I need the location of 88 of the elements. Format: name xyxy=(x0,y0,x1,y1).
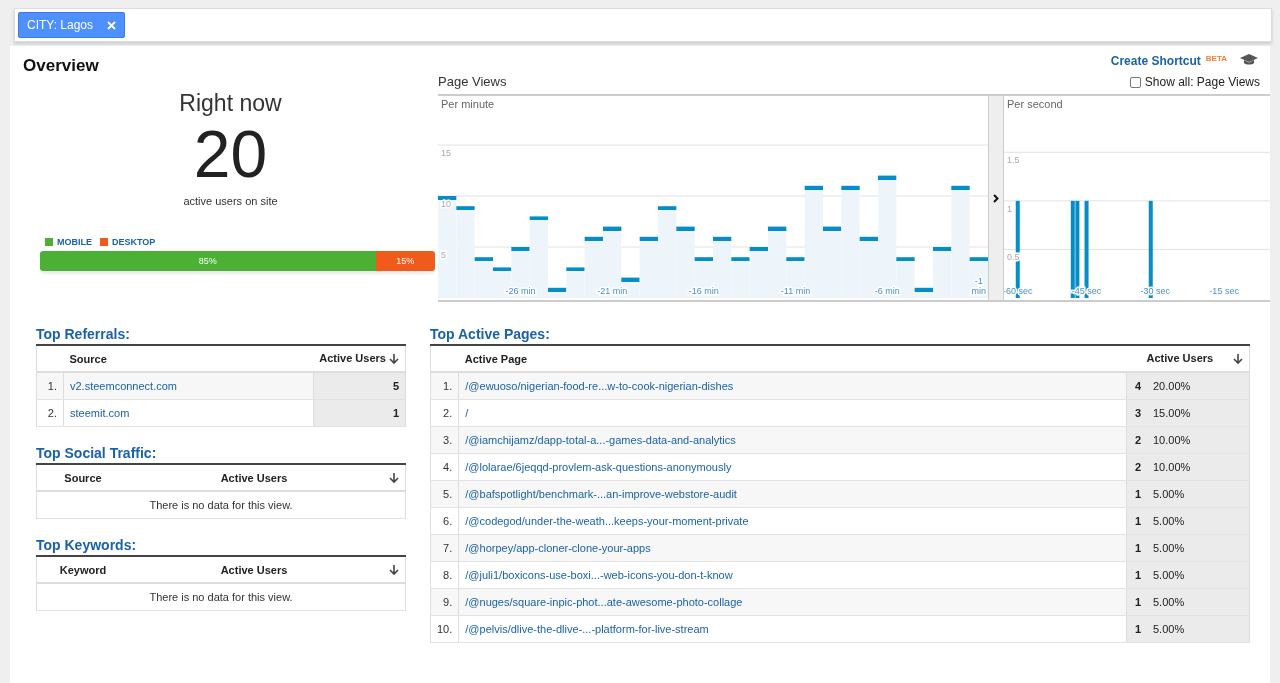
table-cell: 1 xyxy=(1126,588,1147,616)
table-cell: 5.00% xyxy=(1147,507,1250,535)
row-number: 8. xyxy=(430,561,459,589)
chart-subtitle: Per minute xyxy=(441,98,495,110)
row-number: 10. xyxy=(430,615,459,643)
table-cell: 1 xyxy=(1126,507,1147,535)
table-cell: 10.00% xyxy=(1147,426,1250,454)
row-number: 2. xyxy=(430,399,459,427)
right-now-heading: Right now xyxy=(179,90,282,117)
table-cell: 1 xyxy=(1126,534,1147,562)
count-caption: active users on site xyxy=(183,195,278,207)
row-number: 1. xyxy=(36,372,64,400)
legend-label: MOBILE xyxy=(57,237,92,247)
table-cell: 20.00% xyxy=(1147,372,1250,400)
axis-label: 1.5 xyxy=(1007,155,1020,166)
table-cell: 5.00% xyxy=(1147,561,1250,589)
table-cell: 5.00% xyxy=(1147,480,1250,508)
table-cell: 2 xyxy=(1126,426,1147,454)
section-title: Top Social Traffic: xyxy=(36,445,158,461)
beta-label: BETA xyxy=(1205,54,1227,63)
axis-label: -16 min xyxy=(688,286,719,296)
empty-message: There is no data for this view. xyxy=(36,583,406,611)
page-title: Overview xyxy=(23,56,99,76)
section-title: Top Referrals: xyxy=(36,326,131,342)
chart-bar xyxy=(749,247,768,298)
sort-arrow-icon[interactable] xyxy=(1233,353,1243,366)
table-cell: 5.00% xyxy=(1147,534,1250,562)
axis-label: -6 min xyxy=(874,286,900,296)
column-header[interactable]: Active Users xyxy=(1146,351,1214,364)
page-link[interactable]: /@nuges/square-inpic-phot...ate-awesome-photo-collage xyxy=(465,596,743,608)
table-cell: 1 xyxy=(1126,480,1147,508)
page-link[interactable]: /@ewuoso/nigerian-food-re...w-to-cook-nigerian-dishes xyxy=(465,380,734,392)
source-link[interactable]: steemit.com xyxy=(70,407,130,419)
table-cell: 5.00% xyxy=(1147,588,1250,616)
sort-arrow-icon[interactable] xyxy=(389,353,399,366)
page-link[interactable]: /@juli1/boxicons-use-boxi...-web-icons-you-don-t-know xyxy=(465,569,733,581)
sort-arrow-icon[interactable] xyxy=(389,564,399,577)
show-all-checkbox[interactable]: Show all: Page Views xyxy=(1129,75,1260,89)
table-cell: 3 xyxy=(1126,399,1147,427)
row-number: 1. xyxy=(430,372,459,400)
axis-label: 15 xyxy=(441,148,451,158)
legend-label: DESKTOP xyxy=(112,237,156,247)
chart-subtitle: Per second xyxy=(1007,98,1063,110)
section-title: Top Active Pages: xyxy=(430,326,551,342)
table-cell: 5 xyxy=(313,372,406,400)
axis-label: -26 min xyxy=(505,286,536,296)
row-number: 5. xyxy=(430,480,459,508)
close-icon[interactable] xyxy=(107,20,117,30)
axis-label: 10 xyxy=(441,199,451,209)
axis-label: 5 xyxy=(441,250,446,260)
table-cell: 1 xyxy=(1126,561,1147,589)
device-share-segment: 85% xyxy=(40,251,376,271)
table-cell: 1 xyxy=(1126,615,1147,643)
axis-label: -11 min xyxy=(780,286,811,296)
page-link[interactable]: /@codegod/under-the-weath...keeps-your-moment-private xyxy=(465,515,749,527)
table-cell: 15.00% xyxy=(1147,399,1250,427)
section-title: Top Keywords: xyxy=(36,537,138,553)
empty-message: There is no data for this view. xyxy=(36,491,406,519)
device-share-segment: 15% xyxy=(375,251,435,271)
axis-label: -15 sec xyxy=(1209,286,1239,296)
column-header[interactable]: Active Users xyxy=(319,351,386,364)
row-number: 2. xyxy=(36,399,64,427)
table-cell: 4 xyxy=(1126,372,1147,400)
page-link[interactable]: /@lolarae/6jeqqd-provlem-ask-questions-anonymously xyxy=(465,461,732,473)
chart-title: Page Views xyxy=(438,74,507,89)
row-number: 9. xyxy=(430,588,459,616)
row-number: 6. xyxy=(430,507,459,535)
table-cell: 1 xyxy=(313,399,406,427)
row-number: 7. xyxy=(430,534,459,562)
page-link[interactable]: /@bafspotlight/benchmark-...an-improve-webstore-audit xyxy=(465,488,737,500)
sort-arrow-icon[interactable] xyxy=(389,472,399,485)
active-user-count: 20 xyxy=(193,121,268,187)
page-link[interactable]: /@horpey/app-cloner-clone-your-apps xyxy=(465,542,651,554)
graduation-cap-icon[interactable] xyxy=(1240,54,1258,66)
table-cell: 5.00% xyxy=(1147,615,1250,643)
page-link[interactable]: /@pelvis/dlive-the-dlive-...-platform-for-live-stream xyxy=(465,623,709,635)
table-cell: 10.00% xyxy=(1147,453,1250,481)
axis-label: -1 min xyxy=(971,276,987,296)
row-number: 4. xyxy=(430,453,459,481)
source-link[interactable]: v2.steemconnect.com xyxy=(70,380,177,392)
table-cell: 2 xyxy=(1126,453,1147,481)
axis-label: -21 min xyxy=(597,286,628,296)
chevron-right-icon[interactable] xyxy=(993,193,999,203)
page-link[interactable]: / xyxy=(465,407,469,419)
create-shortcut-link[interactable]: Create Shortcut xyxy=(1110,54,1201,68)
row-number: 3. xyxy=(430,426,459,454)
axis-label: 1 xyxy=(1007,203,1012,214)
page-link[interactable]: /@iamchijamz/dapp-total-a...-games-data-and-analytics xyxy=(465,434,736,446)
